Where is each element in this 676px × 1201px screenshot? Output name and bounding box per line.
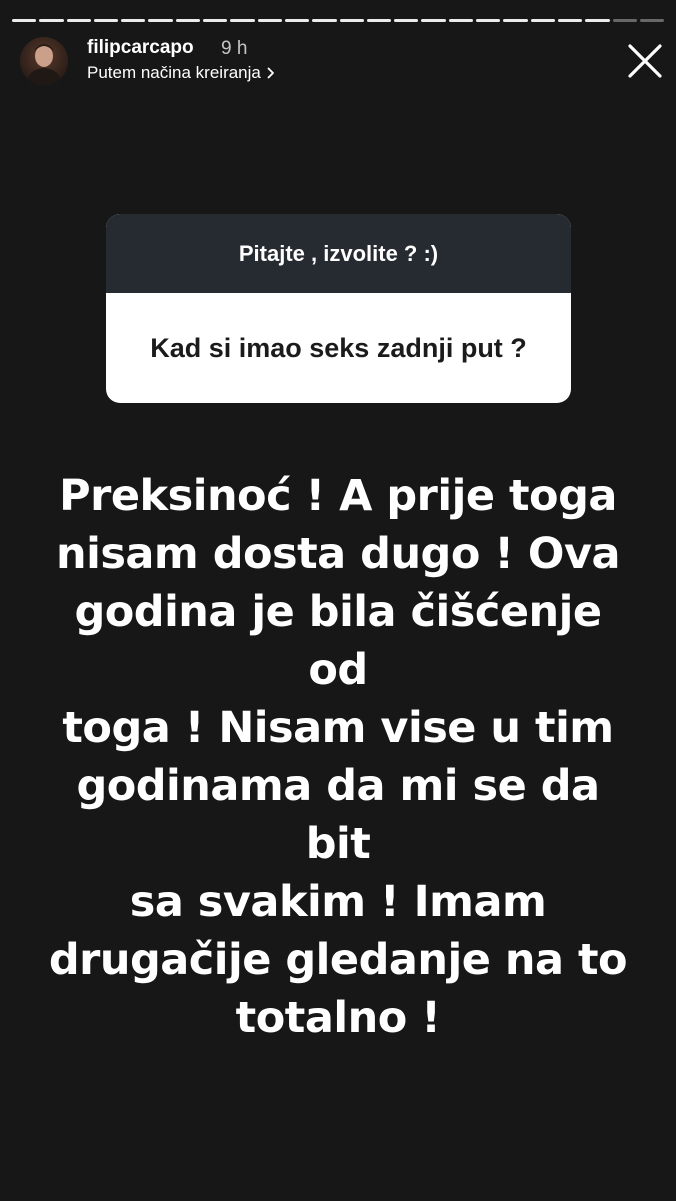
story-screen: filipcarcapo 9 h Putem načina kreiranja … bbox=[0, 0, 676, 1201]
answer-line: Preksinoć ! A prije toga bbox=[59, 471, 617, 521]
answer-line: drugačije gledanje na to bbox=[48, 935, 628, 985]
progress-segment bbox=[421, 19, 446, 22]
answer-text: Preksinoć ! A prije toga nisam dosta dug… bbox=[40, 467, 636, 1047]
avatar[interactable] bbox=[20, 37, 68, 85]
username[interactable]: filipcarcapo bbox=[87, 37, 194, 59]
progress-segment bbox=[612, 19, 637, 22]
progress-segment bbox=[93, 19, 119, 22]
answer-line: totalno ! bbox=[235, 993, 441, 1043]
progress-segment bbox=[121, 19, 146, 22]
question-sticker: Pitajte , izvolite ? :) Kad si imao seks… bbox=[106, 214, 571, 403]
progress-segment bbox=[66, 19, 91, 22]
progress-segment bbox=[366, 19, 392, 22]
creation-mode-label: Putem načina kreiranja bbox=[87, 63, 261, 82]
progress-segment bbox=[230, 19, 255, 22]
progress-segment bbox=[503, 19, 528, 22]
progress-segment bbox=[12, 19, 37, 22]
progress-segment bbox=[448, 19, 474, 22]
progress-segment bbox=[339, 19, 364, 22]
progress-segment bbox=[394, 19, 419, 22]
answer-line: toga ! Nisam vise u tim bbox=[62, 703, 614, 753]
progress-segment bbox=[639, 19, 665, 22]
answer-line: godinama da mi se da bit bbox=[76, 761, 600, 869]
story-progress-bar bbox=[12, 19, 665, 23]
progress-segment bbox=[148, 19, 173, 22]
avatar-image bbox=[20, 37, 68, 85]
progress-segment bbox=[557, 19, 583, 22]
question-text: Kad si imao seks zadnji put ? bbox=[150, 332, 527, 363]
progress-segment bbox=[530, 19, 555, 22]
progress-segment bbox=[585, 19, 610, 22]
progress-segment bbox=[476, 19, 501, 22]
answer-line: sa svakim ! Imam bbox=[129, 877, 547, 927]
close-icon bbox=[628, 44, 662, 78]
answer-line: godina je bila čišćenje od bbox=[74, 587, 602, 695]
chevron-right-icon bbox=[267, 67, 274, 79]
progress-segment bbox=[203, 19, 228, 22]
post-time: 9 h bbox=[221, 38, 248, 59]
answer-line: nisam dosta dugo ! Ova bbox=[55, 529, 621, 579]
progress-segment bbox=[284, 19, 310, 22]
creation-mode-link[interactable]: Putem načina kreiranja bbox=[87, 63, 275, 83]
progress-segment bbox=[175, 19, 201, 22]
progress-segment bbox=[312, 19, 337, 22]
question-prompt: Pitajte , izvolite ? :) bbox=[106, 214, 571, 293]
progress-segment bbox=[257, 19, 282, 22]
progress-segment bbox=[39, 19, 64, 22]
close-button[interactable] bbox=[624, 40, 666, 82]
